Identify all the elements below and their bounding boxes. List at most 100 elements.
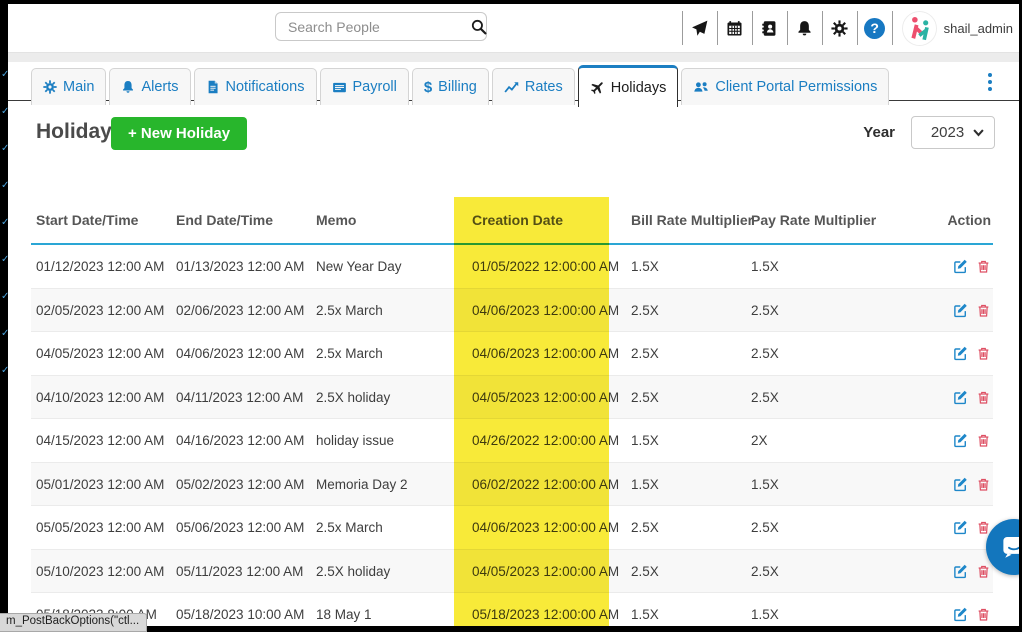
search-box[interactable] bbox=[275, 12, 487, 41]
edit-icon[interactable] bbox=[953, 564, 968, 579]
delete-icon[interactable] bbox=[976, 303, 991, 318]
table-header-row: Start Date/Time End Date/Time Memo Creat… bbox=[31, 198, 993, 245]
new-holiday-button[interactable]: + New Holiday bbox=[111, 117, 247, 150]
cell-bill-rate-multiplier: 2.5X bbox=[631, 346, 746, 361]
cell-pay-rate-multiplier: 1.5X bbox=[751, 477, 901, 492]
delete-icon[interactable] bbox=[976, 259, 991, 274]
calendar-icon[interactable] bbox=[717, 11, 752, 45]
chevron-down-icon bbox=[973, 128, 984, 137]
cell-start-date: 05/10/2023 12:00 AM bbox=[36, 564, 174, 579]
delete-icon[interactable] bbox=[976, 564, 991, 579]
cell-pay-rate-multiplier: 2X bbox=[751, 433, 901, 448]
tab-notifications[interactable]: Notifications bbox=[194, 68, 317, 105]
cell-memo: 2.5X holiday bbox=[316, 564, 466, 579]
table-row: 01/12/2023 12:00 AM 01/13/2023 12:00 AM … bbox=[31, 245, 993, 289]
year-label: Year bbox=[863, 124, 895, 141]
list-card-icon bbox=[332, 80, 347, 95]
cell-memo: 2.5X holiday bbox=[316, 390, 466, 405]
topbar-actions: ? shail_admin bbox=[682, 4, 1013, 52]
username: shail_admin bbox=[944, 21, 1013, 36]
cell-start-date: 05/01/2023 12:00 AM bbox=[36, 477, 174, 492]
cell-creation-date: 01/05/2022 12:00:00 AM bbox=[472, 259, 630, 274]
tab-rates[interactable]: Rates bbox=[492, 68, 575, 105]
edge-tick-icon: ✓ bbox=[1, 255, 9, 265]
edge-tick-icon: ✓ bbox=[1, 107, 9, 117]
table-row: 05/18/2023 8:00 AM 05/18/2023 10:00 AM 1… bbox=[31, 593, 993, 626]
edit-icon[interactable] bbox=[953, 303, 968, 318]
cell-bill-rate-multiplier: 2.5X bbox=[631, 520, 746, 535]
gear-icon[interactable] bbox=[822, 11, 857, 45]
tab-bar: Main Alerts Notifications Payroll $ Bill… bbox=[31, 63, 892, 105]
edit-icon[interactable] bbox=[953, 346, 968, 361]
tab-label: Holidays bbox=[611, 80, 667, 96]
line-chart-icon bbox=[504, 80, 519, 95]
search-input[interactable] bbox=[286, 18, 471, 36]
more-options-menu-icon[interactable] bbox=[981, 70, 999, 94]
cell-creation-date: 04/06/2023 12:00:00 AM bbox=[472, 520, 630, 535]
tab-billing[interactable]: $ Billing bbox=[412, 68, 489, 105]
edge-tick-icon: ✓ bbox=[1, 218, 9, 228]
tab-holidays[interactable]: Holidays bbox=[578, 65, 679, 107]
tab-label: Payroll bbox=[353, 79, 397, 95]
cell-start-date: 04/15/2023 12:00 AM bbox=[36, 433, 174, 448]
dollar-icon: $ bbox=[424, 80, 432, 95]
app-window: ? shail_admin Main Alerts Notifications bbox=[8, 4, 1019, 626]
row-actions bbox=[953, 303, 991, 318]
edit-icon[interactable] bbox=[953, 607, 968, 622]
column-header-start: Start Date/Time bbox=[36, 212, 174, 228]
cell-end-date: 05/02/2023 12:00 AM bbox=[176, 477, 314, 492]
delete-icon[interactable] bbox=[976, 477, 991, 492]
cell-end-date: 01/13/2023 12:00 AM bbox=[176, 259, 314, 274]
year-select[interactable]: 2023 bbox=[911, 116, 995, 149]
address-book-icon[interactable] bbox=[752, 11, 787, 45]
row-actions bbox=[953, 520, 991, 535]
cell-creation-date: 06/02/2022 12:00:00 AM bbox=[472, 477, 630, 492]
table-row: 02/05/2023 12:00 AM 02/06/2023 12:00 AM … bbox=[31, 289, 993, 333]
help-icon[interactable]: ? bbox=[857, 11, 893, 45]
tab-alerts[interactable]: Alerts bbox=[109, 68, 190, 105]
cell-creation-date: 04/06/2023 12:00:00 AM bbox=[472, 346, 630, 361]
edit-icon[interactable] bbox=[953, 433, 968, 448]
column-header-bill-rate: Bill Rate Multiplier bbox=[631, 212, 746, 228]
bell-icon[interactable] bbox=[787, 11, 822, 45]
users-icon bbox=[693, 79, 709, 95]
delete-icon[interactable] bbox=[976, 390, 991, 405]
edit-icon[interactable] bbox=[953, 390, 968, 405]
edge-tick-icon: ✓ bbox=[1, 366, 9, 376]
row-actions bbox=[953, 433, 991, 448]
cell-pay-rate-multiplier: 1.5X bbox=[751, 607, 901, 622]
cell-start-date: 04/10/2023 12:00 AM bbox=[36, 390, 174, 405]
cell-pay-rate-multiplier: 2.5X bbox=[751, 303, 901, 318]
cell-bill-rate-multiplier: 1.5X bbox=[631, 259, 746, 274]
cell-end-date: 05/06/2023 12:00 AM bbox=[176, 520, 314, 535]
table-body: 01/12/2023 12:00 AM 01/13/2023 12:00 AM … bbox=[31, 245, 993, 626]
edge-tick-icon: ✓ bbox=[1, 329, 9, 339]
cell-creation-date: 04/05/2023 12:00:00 AM bbox=[472, 390, 630, 405]
help-glyph: ? bbox=[864, 18, 885, 39]
edit-icon[interactable] bbox=[953, 520, 968, 535]
cell-creation-date: 05/18/2023 12:00:00 AM bbox=[472, 607, 630, 622]
cell-end-date: 04/16/2023 12:00 AM bbox=[176, 433, 314, 448]
edit-icon[interactable] bbox=[953, 477, 968, 492]
chat-icon bbox=[999, 532, 1019, 562]
delete-icon[interactable] bbox=[976, 433, 991, 448]
user-menu[interactable]: shail_admin bbox=[903, 12, 1013, 45]
edge-tick-icon: ✓ bbox=[1, 70, 9, 80]
tab-client-portal-permissions[interactable]: Client Portal Permissions bbox=[681, 68, 889, 105]
edit-icon[interactable] bbox=[953, 259, 968, 274]
delete-icon[interactable] bbox=[976, 346, 991, 361]
cell-creation-date: 04/06/2023 12:00:00 AM bbox=[472, 303, 630, 318]
row-actions bbox=[953, 564, 991, 579]
tab-payroll[interactable]: Payroll bbox=[320, 68, 409, 105]
year-filter: Year 2023 bbox=[863, 116, 995, 149]
cell-pay-rate-multiplier: 2.5X bbox=[751, 390, 901, 405]
divider-strip bbox=[8, 53, 1019, 62]
holidays-table: Start Date/Time End Date/Time Memo Creat… bbox=[31, 198, 993, 626]
search-icon[interactable] bbox=[471, 19, 487, 35]
delete-icon[interactable] bbox=[976, 607, 991, 622]
send-icon[interactable] bbox=[682, 11, 717, 45]
table-row: 04/10/2023 12:00 AM 04/11/2023 12:00 AM … bbox=[31, 376, 993, 420]
cell-pay-rate-multiplier: 2.5X bbox=[751, 346, 901, 361]
tab-main[interactable]: Main bbox=[31, 68, 106, 105]
cell-pay-rate-multiplier: 2.5X bbox=[751, 520, 901, 535]
